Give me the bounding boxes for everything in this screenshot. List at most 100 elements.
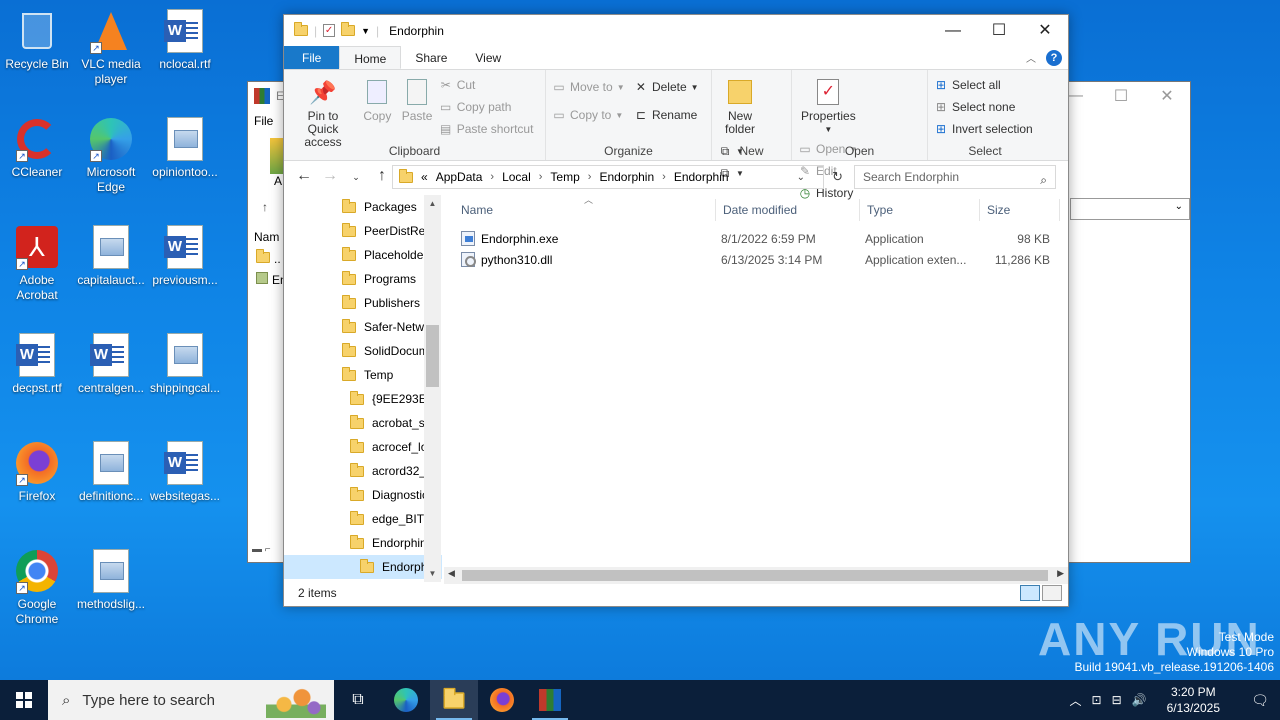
nav-item-programs[interactable]: Programs: [284, 267, 442, 291]
nav-item-9ee293e3[interactable]: {9EE293E3-: [284, 387, 442, 411]
chevron-right-icon[interactable]: ›: [662, 171, 666, 183]
desktop-icon-capitalauct[interactable]: capitalauct...: [74, 224, 148, 288]
properties-icon[interactable]: ✓: [323, 24, 336, 37]
notification-icon[interactable]: 🗨: [1240, 692, 1280, 709]
breadcrumb-endorphin-current[interactable]: Endorphin: [674, 170, 729, 184]
new-folder-button[interactable]: New folder: [718, 74, 762, 138]
tab-home[interactable]: Home: [339, 46, 402, 69]
new-folder-icon[interactable]: [341, 22, 356, 36]
paste-shortcut-button[interactable]: ▤ Paste shortcut: [439, 120, 533, 138]
desktop-icon-chrome[interactable]: ↗ Google Chrome: [0, 548, 74, 627]
background-path-combo[interactable]: ⌄: [1070, 198, 1190, 220]
scroll-down-icon[interactable]: ▼: [424, 569, 441, 578]
tab-view[interactable]: View: [461, 46, 515, 69]
desktop-icon-recycle-bin[interactable]: Recycle Bin: [0, 8, 74, 72]
volume-icon[interactable]: 🔊: [1132, 693, 1147, 707]
copy-path-button[interactable]: ▭ Copy path: [439, 98, 534, 116]
desktop-icon-decpst[interactable]: W decpst.rtf: [0, 332, 74, 396]
scroll-left-icon[interactable]: ◀: [448, 568, 455, 579]
nav-item-acrord32[interactable]: acrord32_s: [284, 459, 442, 483]
maximize-icon[interactable]: ☐: [1098, 86, 1144, 106]
copy-to-button[interactable]: ▭ Copy to ▼: [552, 106, 625, 124]
desktop-icon-opiniontoo[interactable]: opiniontoo...: [148, 116, 222, 180]
desktop-icon-acrobat[interactable]: ⅄ ↗ Adobe Acrobat: [0, 224, 74, 303]
back-arrow-icon[interactable]: ←: [292, 167, 316, 187]
invert-selection-button[interactable]: ⊞ Invert selection: [934, 120, 1033, 138]
desktop-icon-websitegas[interactable]: W websitegas...: [148, 440, 222, 504]
select-all-button[interactable]: ⊞ Select all: [934, 76, 1033, 94]
show-hidden-icons-icon[interactable]: ︿: [1070, 692, 1082, 709]
desktop-icon-nclocal[interactable]: W nclocal.rtf: [148, 8, 222, 72]
nav-item-endorphin[interactable]: Endorphin: [284, 531, 442, 555]
column-header-size[interactable]: Size: [980, 199, 1060, 221]
start-button[interactable]: [0, 680, 48, 720]
copy-button[interactable]: Copy: [359, 74, 395, 125]
taskbar-edge[interactable]: [382, 680, 430, 720]
cut-button[interactable]: ✂ Cut: [439, 76, 534, 94]
address-bar[interactable]: « AppData › Local › Temp › Endorphin › E…: [392, 165, 843, 189]
large-icons-view-icon[interactable]: [1042, 585, 1062, 601]
nav-item-temp[interactable]: Temp: [284, 363, 442, 387]
rename-button[interactable]: ⊏ Rename: [634, 106, 699, 124]
nav-item-endorphin-selected[interactable]: Endorph: [284, 555, 442, 579]
breadcrumb-temp[interactable]: Temp: [550, 170, 579, 184]
up-arrow-icon[interactable]: ↑: [370, 167, 394, 187]
nav-item-soliddocuments[interactable]: SolidDocum: [284, 339, 442, 363]
navigation-pane[interactable]: Packages PeerDistRep Placeholder Program…: [284, 195, 442, 582]
column-header-name[interactable]: Name: [454, 199, 716, 221]
nav-item-placeholder[interactable]: Placeholder: [284, 243, 442, 267]
breadcrumb-local[interactable]: Local: [502, 170, 531, 184]
delete-button[interactable]: ✕ Delete ▼: [634, 78, 699, 96]
chevron-right-icon[interactable]: ›: [539, 171, 543, 183]
chevron-right-icon[interactable]: ›: [588, 171, 592, 183]
paste-button[interactable]: Paste: [399, 74, 436, 125]
details-view-icon[interactable]: [1020, 585, 1040, 601]
breadcrumb-appdata[interactable]: AppData: [436, 170, 483, 184]
up-arrow-icon[interactable]: ↑: [262, 200, 268, 214]
nav-item-acrobat-sb[interactable]: acrobat_sb: [284, 411, 442, 435]
close-icon[interactable]: ✕: [1144, 86, 1190, 106]
device-icon[interactable]: ⊟: [1112, 693, 1122, 707]
chevron-right-icon[interactable]: ›: [490, 171, 494, 183]
taskbar-winrar[interactable]: [526, 680, 574, 720]
file-row[interactable]: Endorphin.exe 8/1/2022 6:59 PM Applicati…: [454, 228, 1060, 249]
scroll-up-icon[interactable]: ▲: [424, 199, 441, 208]
desktop-icon-centralgen[interactable]: W centralgen...: [74, 332, 148, 396]
collapse-ribbon-icon[interactable]: ︿: [1026, 50, 1036, 65]
desktop-icon-methodslig[interactable]: methodslig...: [74, 548, 148, 612]
move-to-button[interactable]: ▭ Move to ▼: [552, 78, 624, 96]
desktop-icon-definitionc[interactable]: definitionc...: [74, 440, 148, 504]
tab-file[interactable]: File: [284, 46, 340, 69]
nav-item-publishers[interactable]: Publishers: [284, 291, 442, 315]
clock[interactable]: 3:20 PM 6/13/2025: [1157, 684, 1230, 716]
column-header-type[interactable]: Type: [860, 199, 980, 221]
qat-dropdown-icon[interactable]: ▼: [361, 26, 370, 36]
desktop-icon-ccleaner[interactable]: ↗ CCleaner: [0, 116, 74, 180]
maximize-button[interactable]: ☐: [976, 15, 1022, 46]
desktop-icon-previousm[interactable]: W previousm...: [148, 224, 222, 288]
minimize-button[interactable]: —: [930, 15, 976, 46]
file-row[interactable]: python310.dll 6/13/2025 3:14 PM Applicat…: [454, 249, 1060, 270]
desktop-icon-vlc[interactable]: ↗ VLC media player: [74, 8, 148, 87]
network-icon[interactable]: ⊡: [1092, 693, 1102, 707]
help-icon[interactable]: ?: [1046, 49, 1062, 66]
nav-item-peerdistrep[interactable]: PeerDistRep: [284, 219, 442, 243]
chevron-down-icon[interactable]: ⌄: [797, 172, 805, 183]
nav-item-safer-networking[interactable]: Safer-Netwo: [284, 315, 442, 339]
select-none-button[interactable]: ⊞ Select none: [934, 98, 1033, 116]
refresh-icon[interactable]: ↻: [832, 169, 843, 185]
pin-to-quick-access-button[interactable]: 📌 Pin to Quick access: [290, 74, 356, 151]
file-explorer-window[interactable]: | ✓ ▼ | Endorphin — ☐ ✕ File Home Share …: [283, 14, 1069, 607]
column-header-date-modified[interactable]: Date modified: [716, 199, 860, 221]
properties-button[interactable]: ✓ Properties ▼: [798, 74, 859, 138]
desktop-icon-firefox[interactable]: ↗ Firefox: [0, 440, 74, 504]
search-box[interactable]: Search Endorphin ⌕: [854, 165, 1056, 189]
nav-item-packages[interactable]: Packages: [284, 195, 442, 219]
background-list-parent[interactable]: ..: [256, 249, 281, 266]
forward-arrow-icon[interactable]: →: [318, 167, 342, 187]
desktop-icon-shippingcal[interactable]: shippingcal...: [148, 332, 222, 396]
breadcrumb-endorphin[interactable]: Endorphin: [599, 170, 654, 184]
nav-pane-scrollbar[interactable]: ▲ ▼: [424, 195, 441, 582]
close-button[interactable]: ✕: [1022, 15, 1068, 46]
tab-share[interactable]: Share: [401, 46, 461, 69]
